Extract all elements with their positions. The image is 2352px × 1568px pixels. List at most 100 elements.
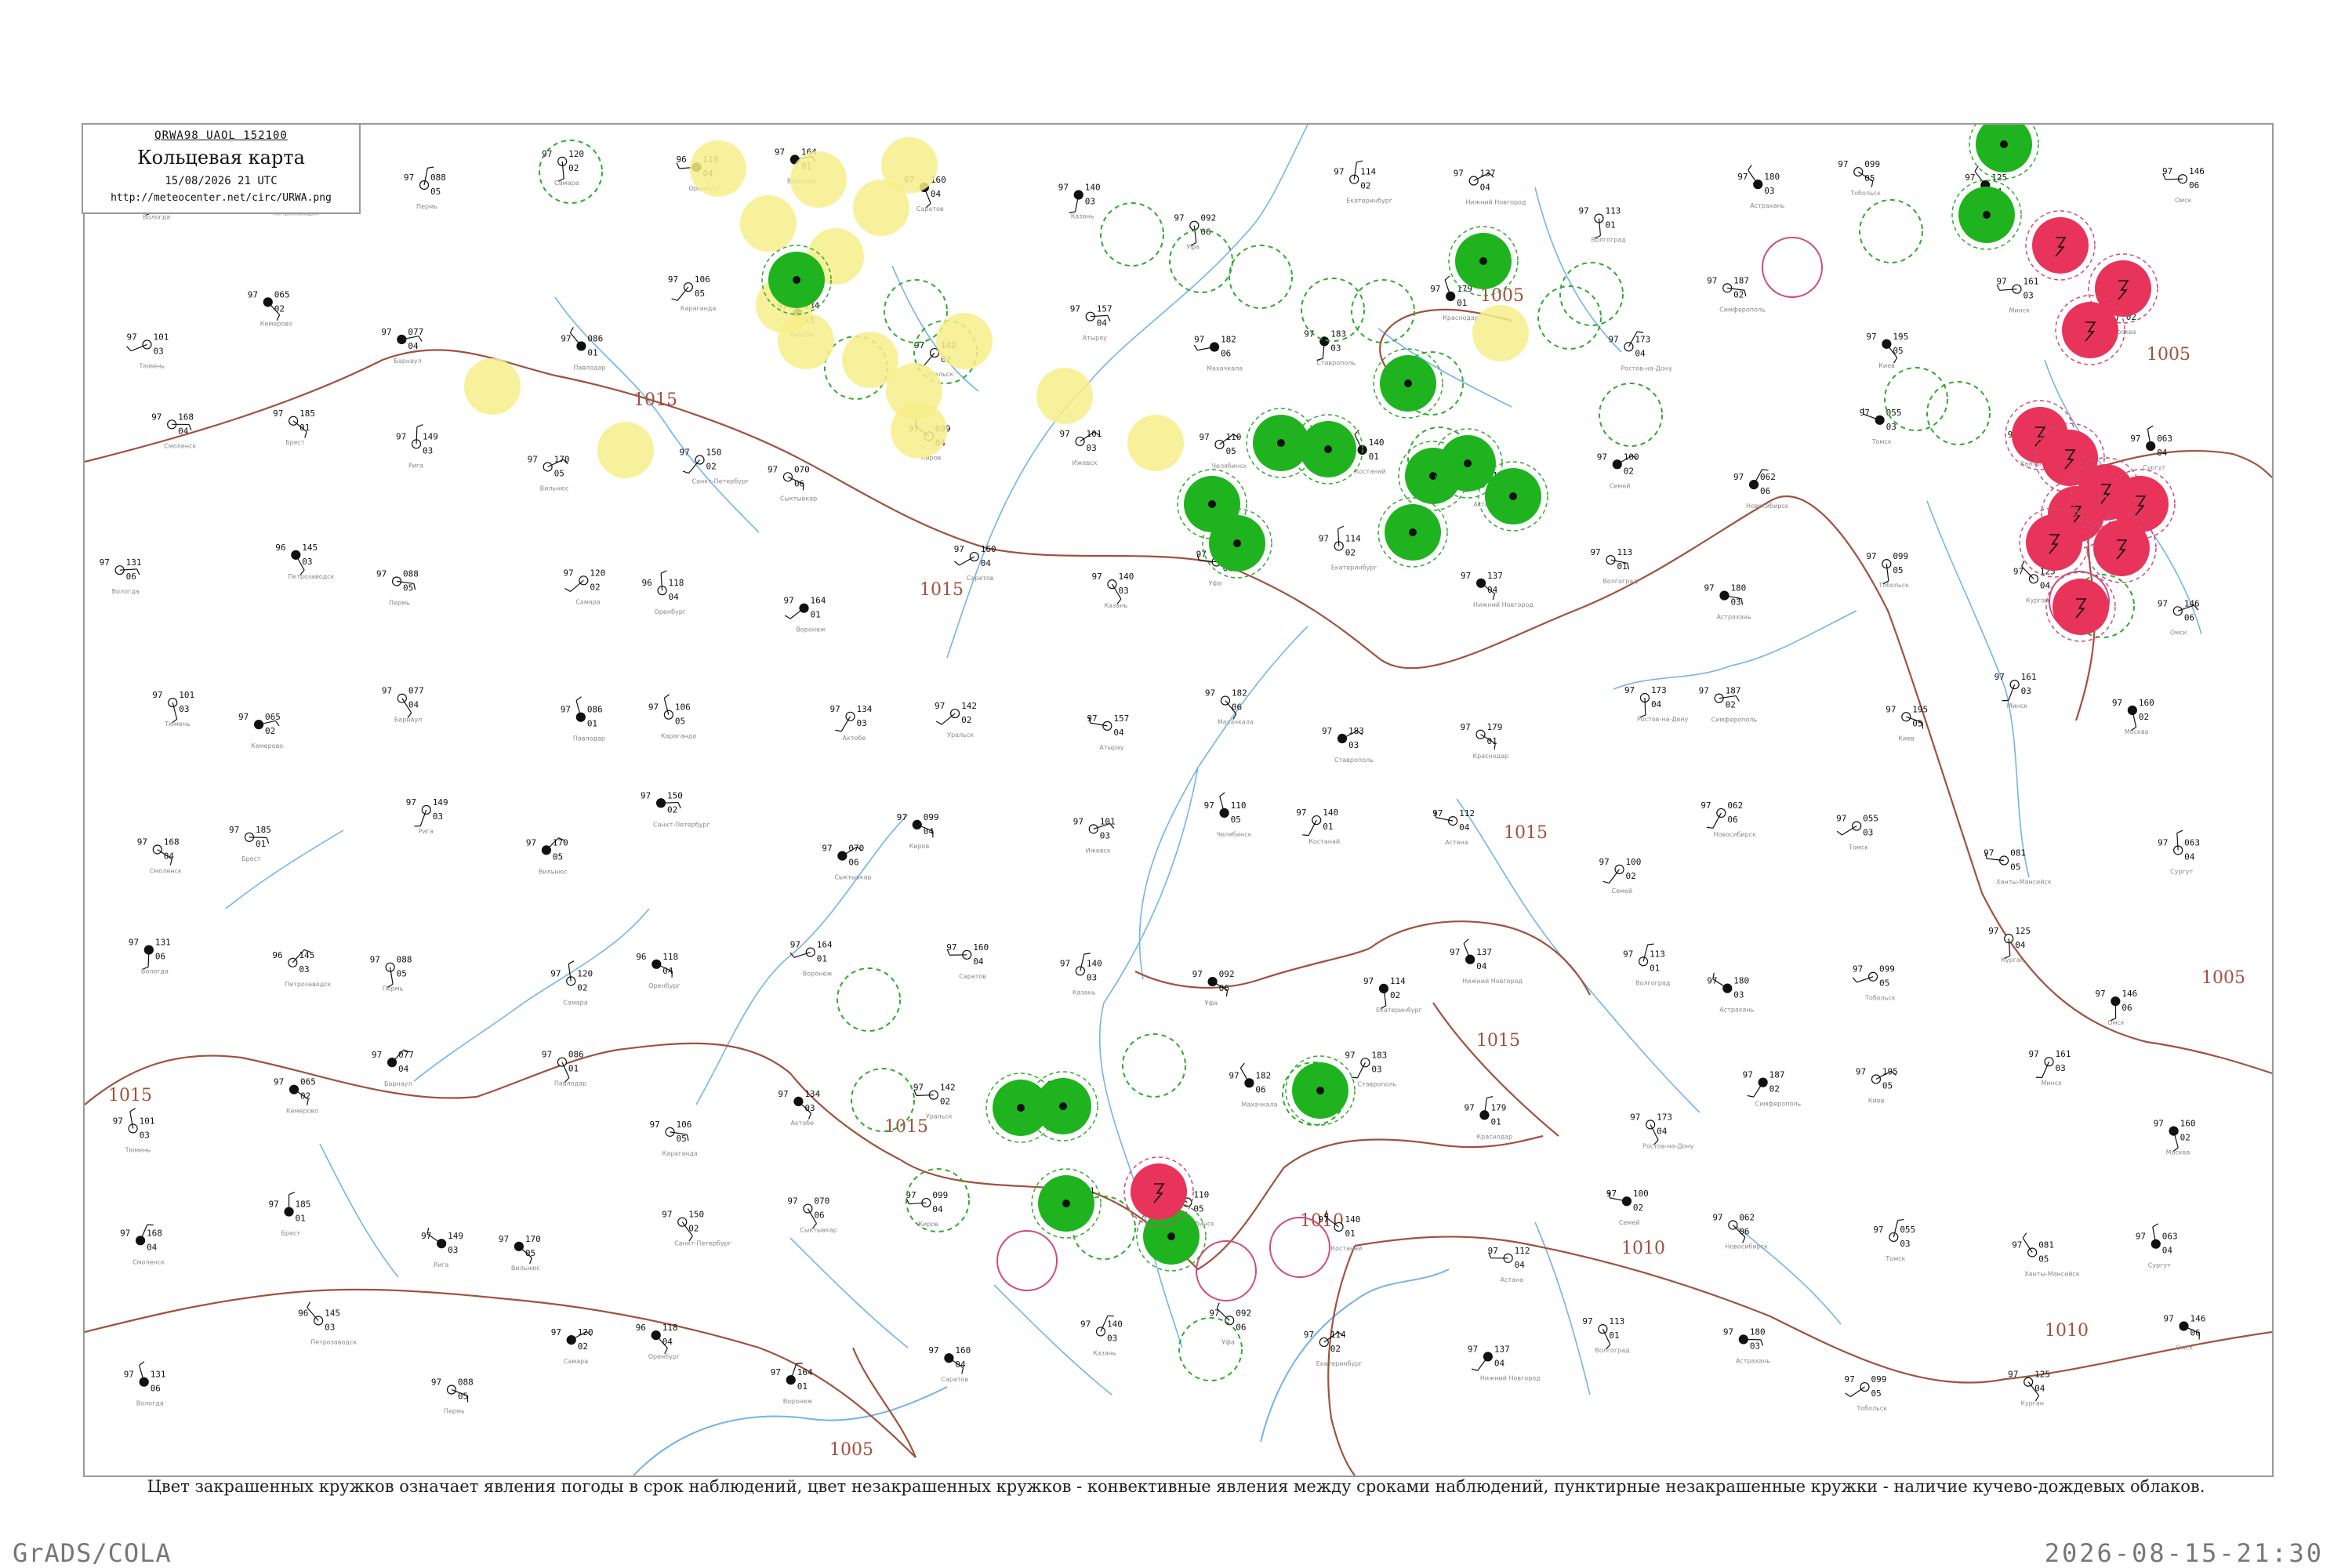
station-plot[interactable]: 145 96 03 Петрозаводск	[272, 949, 332, 988]
station-plot[interactable]: 179 97 01 Краснодар	[1460, 722, 1508, 760]
station-plot[interactable]: 125 97 04 Курган	[2008, 1370, 2050, 1407]
station-plot[interactable]: 146 97 06 Омск	[2095, 989, 2137, 1026]
station-plot[interactable]: 137 97 04 Нижний Новгород	[1461, 571, 1534, 608]
station-plot[interactable]: 065 97 02 Кемерово	[248, 289, 292, 327]
station-plot[interactable]: 173 97 04 Ростов-на-Дону	[1624, 685, 1689, 723]
station-plot[interactable]: 1499703Рига	[396, 424, 438, 470]
station-plot[interactable]: 120 97 02 Самара	[550, 960, 593, 1007]
station-plot[interactable]: 0999704Киров	[897, 812, 939, 850]
station-plot[interactable]: 180 97 03 Астрахань	[1723, 1327, 1770, 1364]
station-plot[interactable]: 146 97 06 Омск	[2158, 598, 2200, 636]
station-plot[interactable]: 187 97 02 Симферополь	[1743, 1070, 1802, 1108]
station-plot[interactable]: 173 97 04 Ростов-на-Дону	[1630, 1112, 1694, 1149]
station-plot[interactable]: 114 97 02 Екатеринбург	[1304, 1330, 1363, 1367]
station-plot[interactable]: 099 97 05 Тобольск	[1852, 964, 1896, 1002]
station-plot[interactable]: 112 97 04 Астана	[1488, 1246, 1530, 1283]
station-plot[interactable]: 106 97 05 Караганда	[668, 274, 716, 312]
station-plot[interactable]: 0559703Томск	[1860, 408, 1902, 445]
station-plot[interactable]: 179 97 01 Краснодар	[1464, 1095, 1512, 1141]
station-plot[interactable]: 081 97 05 Ханты-Мансийск	[1984, 848, 2052, 886]
station-plot[interactable]: 062 97 06 Новосибирск	[1700, 800, 1756, 838]
station-plot[interactable]: 110 97 05 Челябинск	[1204, 792, 1252, 838]
station-plot[interactable]: 137 97 04 Нижний Новгород	[1450, 938, 1523, 985]
station-plot[interactable]: 195 97 05 Киев	[1886, 704, 1928, 742]
station-plot[interactable]: 168 97 04 Смоленск	[151, 412, 196, 449]
station-plot[interactable]: 092 97 06Уфа	[1174, 213, 1216, 251]
station-plot[interactable]: 120 97 02 Самара	[551, 1327, 593, 1365]
station-plot[interactable]: 170 97 05 Вильнюс	[526, 837, 568, 875]
station-plot[interactable]: 120 97 02 Самара	[563, 568, 605, 605]
station-plot[interactable]: 180 97 03 Астрахань	[1704, 583, 1751, 621]
station-plot[interactable]: 142 97 02 Уральск	[913, 1083, 956, 1120]
station-plot[interactable]: 145 96 03 Петрозаводск	[298, 1301, 357, 1346]
map-url[interactable]: http://meteocenter.net/circ/URWA.png	[83, 192, 359, 204]
station-plot[interactable]: 070 97 06 Сыктывкар	[822, 844, 871, 881]
station-plot[interactable]: 063 97 04 Сургут	[2130, 425, 2172, 471]
station-plot[interactable]: 101 97 03 Тюмень	[113, 1108, 155, 1154]
station-plot[interactable]: 114 97 02 Екатеринбург	[1334, 160, 1392, 205]
station-plot[interactable]: 131 97 06 Вологда	[100, 557, 142, 595]
station-plot[interactable]: 106 97 05 Караганда	[650, 1120, 698, 1157]
station-plot[interactable]: 157 97 04 Атырау	[1087, 713, 1129, 751]
station-plot[interactable]: 077 97 04 Барнаул	[372, 1049, 414, 1087]
station-plot[interactable]: 131 97 06 Вологда	[129, 938, 171, 975]
station-plot[interactable]: 070 97 06 Сыктывкар	[787, 1196, 837, 1234]
station-plot[interactable]: 160 97 04 Саратов	[946, 942, 989, 980]
station-plot[interactable]: 0999704Киров	[906, 1190, 948, 1228]
station-plot[interactable]: 164 97 01 Воронеж	[771, 1363, 813, 1405]
station-plot[interactable]: 182 97 06 Махачкала	[1193, 335, 1243, 372]
station-plot[interactable]: 1499703Рига	[421, 1227, 463, 1269]
station-plot[interactable]: 157 97 04 Атырау	[1070, 304, 1112, 342]
station-plot[interactable]: 134 97 03 Актобе	[778, 1089, 820, 1127]
station-plot[interactable]: 112 97 04 Астана	[1432, 808, 1475, 846]
station-plot[interactable]: 134 97 03 Актобе	[830, 704, 873, 742]
station-plot[interactable]: 173 97 04 Ростов-на-Дону	[1608, 331, 1672, 372]
station-plot[interactable]: 101 97 03 Тюмень	[152, 690, 194, 728]
station-plot[interactable]: 161 97 03 Минск	[1996, 277, 2038, 314]
station-plot[interactable]: 170 97 05 Вильнюс	[528, 454, 570, 492]
station-plot[interactable]: 161 97 03 Минск	[2028, 1049, 2071, 1087]
station-plot[interactable]: 145 96 03 Петрозаводск	[275, 543, 334, 580]
station-plot[interactable]: 099 97 05 Тобольск	[1838, 159, 1881, 197]
station-plot[interactable]: 160 97 04 Саратов	[954, 544, 996, 582]
station-plot[interactable]: 140 97 03 Казань	[1091, 572, 1134, 609]
station-plot[interactable]: 113 97 01 Волгоград	[1590, 547, 1638, 585]
station-plot[interactable]: 185 97 01 Брест	[229, 825, 271, 862]
station-plot[interactable]: 170 97 05 Вильнюс	[499, 1234, 541, 1272]
station-plot[interactable]: 195 97 05 Киев	[1856, 1066, 1898, 1104]
station-plot[interactable]: 140 97 03 Казань	[1080, 1315, 1123, 1356]
station-plot[interactable]: 137 97 04 Нижний Новгород	[1454, 169, 1526, 206]
station-plot[interactable]: 086 97 01 Павлодар	[561, 696, 605, 742]
station-plot[interactable]: 065 97 02 Кемерово	[238, 712, 283, 750]
station-plot[interactable]: 110 97 05 Челябинск	[1200, 432, 1247, 470]
station-plot[interactable]: 118 96 04 Оренбург	[636, 1323, 680, 1360]
station-plot[interactable]: 140 97 01 Костанай	[1296, 808, 1340, 845]
station-plot[interactable]: 182 97 06 Махачкала	[1205, 688, 1254, 726]
station-plot[interactable]: 183 97 03 Ставрополь	[1322, 726, 1374, 764]
station-plot[interactable]: 100 97 02 Семей	[1599, 857, 1642, 895]
station-plot[interactable]: 106 97 05 Караганда	[648, 694, 696, 740]
station-plot[interactable]: 137 97 04 Нижний Новгород	[1468, 1344, 1541, 1381]
station-plot[interactable]: 100 97 02 Семей	[1606, 1189, 1649, 1226]
station-plot[interactable]: 187 97 02 Симферополь	[1707, 275, 1766, 313]
station-plot[interactable]: 185 97 01 Брест	[273, 408, 315, 446]
station-plot[interactable]: 160 97 02 Москва	[2154, 1119, 2196, 1156]
station-plot[interactable]: 168 97 04 Смоленск	[137, 837, 182, 874]
station-plot[interactable]: 185 97 01 Брест	[269, 1192, 311, 1237]
station-plot[interactable]: 077 97 04 Барнаул	[382, 686, 424, 724]
station-plot[interactable]: 101 97 03 Ижевск	[1060, 429, 1102, 466]
station-plot[interactable]: 160 97 04 Саратов	[928, 1345, 971, 1383]
station-plot[interactable]: 125 97 04 Курган	[1988, 926, 2031, 964]
station-plot[interactable]: 099 97 05 Тобольск	[1844, 1374, 1887, 1412]
station-plot[interactable]: 131 97 06 Вологда	[124, 1361, 166, 1407]
station-plot[interactable]: 1499703Рига	[406, 797, 448, 835]
station-plot[interactable]: 146 97 06 Омск	[2164, 1313, 2206, 1351]
station-plot[interactable]: 114 97 02 Екатеринбург	[1319, 525, 1377, 571]
station-plot[interactable]: 182 97 06 Махачкала	[1229, 1062, 1277, 1108]
station-plot[interactable]: 081 97 05 Ханты-Мансийск	[2012, 1232, 2080, 1278]
station-plot[interactable]: 088 97 05 Пермь	[370, 955, 412, 993]
station-plot[interactable]: 062 97 06 Новосибирск	[1712, 1212, 1768, 1250]
station-plot[interactable]: 168 97 04 Смоленск	[120, 1224, 165, 1265]
station-plot[interactable]: 065 97 02 Кемерово	[274, 1077, 318, 1115]
station-plot[interactable]: 088 97 05 Пермь	[431, 1377, 474, 1415]
